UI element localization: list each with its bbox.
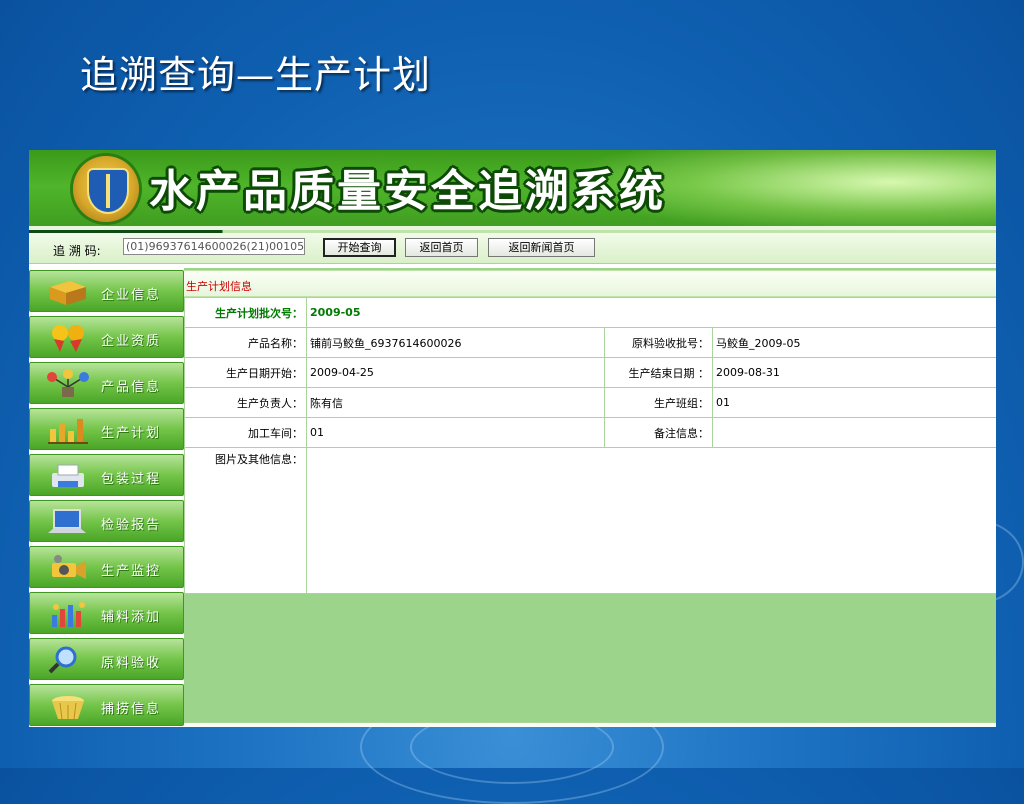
camera-icon: [52, 555, 86, 579]
workshop-label: 加工车间：: [184, 417, 307, 448]
sidebar-item-label: 生产计划: [101, 426, 162, 441]
table-row: 生产计划批次号： 2009-05: [184, 297, 996, 328]
start-date-value: 2009-04-25: [306, 357, 605, 388]
section-title: 生产计划信息: [186, 280, 252, 293]
remark-label: 备注信息：: [604, 417, 713, 448]
medal-icon: [52, 325, 84, 352]
manager-label: 生产负责人：: [184, 387, 307, 418]
end-date-label: 生产结束日期 ：: [604, 357, 713, 388]
sidebar-item-label: 产品信息: [101, 380, 162, 395]
sidebar-item-production-plan[interactable]: 生产计划: [29, 408, 184, 450]
sidebar-item-fishing[interactable]: 捕捞信息: [29, 684, 184, 726]
trace-code-input[interactable]: (01)96937614600026(21)0010501: [123, 238, 305, 255]
table-row: 加工车间： 01 备注信息：: [184, 417, 996, 448]
app-window: 水产品质量安全追溯系统 追 溯 码: (01)96937614600026(21…: [29, 150, 996, 727]
bar-chart-icon: [48, 419, 88, 444]
search-bar: 追 溯 码: (01)96937614600026(21)0010501 开始查…: [29, 233, 996, 264]
manager-value: 陈有信: [306, 387, 605, 418]
box-icon: [50, 281, 86, 305]
sidebar-item-label: 生产监控: [101, 564, 162, 579]
table-row: 图片及其他信息：: [184, 447, 996, 594]
product-name-label: 产品名称：: [184, 327, 307, 358]
sidebar-item-label: 捕捞信息: [101, 702, 162, 717]
sidebar-item-label: 包装过程: [101, 472, 162, 487]
section-header: 生产计划信息: [184, 270, 996, 297]
emblem-logo: [73, 156, 139, 222]
table-row: 生产日期开始： 2009-04-25 生产结束日期 ： 2009-08-31: [184, 357, 996, 388]
sidebar-item-company-info[interactable]: 企业信息: [29, 270, 184, 312]
production-plan-table: 生产计划批次号： 2009-05 产品名称： 铺前马鲛鱼_69376146000…: [184, 297, 996, 594]
trace-code-label: 追 溯 码:: [53, 244, 101, 258]
batch-label: 生产计划批次号：: [184, 297, 307, 328]
basket-icon: [52, 696, 84, 720]
printer-icon: [52, 464, 84, 487]
sidebar-item-label: 辅料添加: [101, 610, 162, 625]
product-name-value: 铺前马鲛鱼_6937614600026: [306, 327, 605, 358]
end-date-value: 2009-08-31: [711, 357, 996, 388]
sidebar-item-excipient[interactable]: 辅料添加: [29, 592, 184, 634]
return-news-home-button[interactable]: 返回新闻首页: [488, 238, 595, 257]
laptop-icon: [48, 509, 86, 533]
sidebar-item-production-monitor[interactable]: 生产监控: [29, 546, 184, 588]
chart-people-icon: [52, 602, 85, 627]
raw-batch-value: 马鲛鱼_2009-05: [711, 327, 996, 358]
start-query-button[interactable]: 开始查询: [323, 238, 396, 257]
sidebar-item-qualification[interactable]: 企业资质: [29, 316, 184, 358]
content-footer-bar: [184, 722, 996, 727]
sidebar-item-raw-material[interactable]: 原料验收: [29, 638, 184, 680]
header-banner: 水产品质量安全追溯系统: [29, 150, 996, 230]
sidebar-item-label: 企业信息: [101, 288, 162, 303]
images-label: 图片及其他信息：: [184, 447, 307, 594]
table-row: 生产负责人： 陈有信 生产班组： 01: [184, 387, 996, 418]
workshop-value: 01: [306, 417, 605, 448]
team-value: 01: [711, 387, 996, 418]
slide-title: 追溯查询—生产计划: [80, 53, 432, 97]
content-panel: 生产计划信息 生产计划批次号： 2009-05 产品名称： 铺前马鲛鱼_6937…: [184, 268, 996, 727]
table-row: 产品名称： 铺前马鲛鱼_6937614600026 原料验收批号： 马鲛鱼_20…: [184, 327, 996, 358]
sidebar-item-packaging[interactable]: 包装过程: [29, 454, 184, 496]
emblem-shield-icon: [87, 168, 129, 214]
sidebar-item-product-info[interactable]: 产品信息: [29, 362, 184, 404]
return-home-button[interactable]: 返回首页: [405, 238, 478, 257]
images-value: [305, 447, 996, 594]
network-icon: [47, 369, 89, 397]
sidebar-item-label: 原料验收: [101, 656, 162, 671]
sidebar-item-label: 企业资质: [101, 334, 162, 349]
system-title: 水产品质量安全追溯系统: [149, 166, 666, 217]
sidebar: 企业信息 企业资质 产品信息 生产计划 包装过程 检验报告 生产监控 辅料添加 …: [29, 268, 184, 727]
raw-batch-label: 原料验收批号：: [604, 327, 713, 358]
team-label: 生产班组：: [604, 387, 713, 418]
start-date-label: 生产日期开始：: [184, 357, 307, 388]
magnifier-icon: [48, 646, 77, 674]
batch-value: 2009-05: [305, 297, 996, 328]
sidebar-item-label: 检验报告: [101, 518, 162, 533]
remark-value: [711, 417, 996, 448]
sidebar-item-inspection-report[interactable]: 检验报告: [29, 500, 184, 542]
